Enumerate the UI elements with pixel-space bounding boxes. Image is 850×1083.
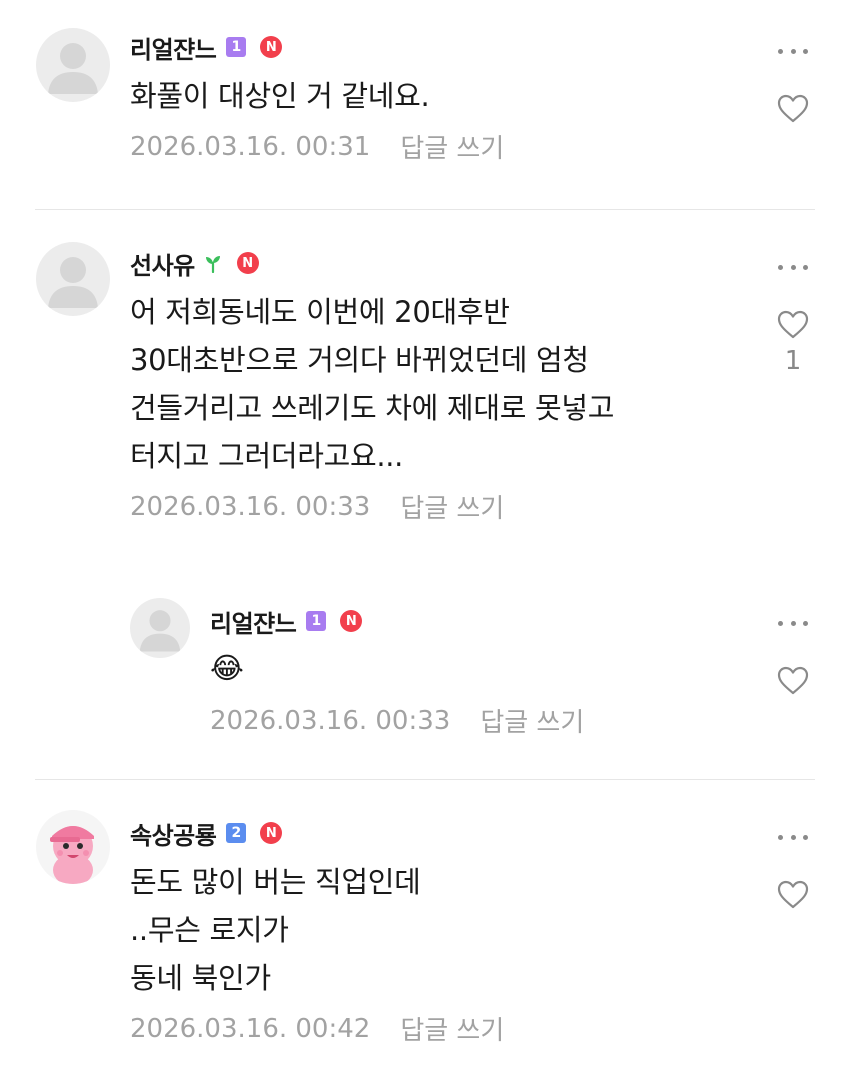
reply-button[interactable]: 답글 쓰기: [400, 128, 504, 165]
more-options-icon[interactable]: [778, 46, 808, 56]
heart-icon[interactable]: [776, 664, 810, 698]
comment-text: 돈도 많이 버는 직업인데 ..무슨 로지가 동네 북인가: [130, 865, 421, 995]
more-options-icon[interactable]: [778, 832, 808, 842]
comment-item: 속상공룡 2 N 돈도 많이 버는 직업인데 ..무슨 로지가 동네 북인가 2…: [0, 780, 850, 1083]
comment-date: 2026.03.16. 00:31: [130, 131, 371, 162]
avatar[interactable]: [36, 242, 110, 316]
pink-dinosaur-avatar[interactable]: [36, 810, 110, 884]
reply-button[interactable]: 답글 쓰기: [400, 1010, 504, 1047]
comment-date: 2026.03.16. 00:42: [130, 1013, 371, 1044]
new-badge: N: [340, 610, 363, 632]
heart-icon[interactable]: [776, 878, 810, 912]
nickname[interactable]: 리얼쟌느: [130, 30, 217, 65]
avatar[interactable]: [36, 28, 110, 102]
sprout-icon: [203, 253, 223, 273]
comment-item: 리얼쟌느 1 N 화풀이 대상인 거 같네요. 2026.03.16. 00:3…: [0, 0, 850, 210]
level-badge: 1: [306, 611, 327, 631]
heart-icon[interactable]: [776, 308, 810, 342]
reply-button[interactable]: 답글 쓰기: [480, 702, 584, 739]
nickname[interactable]: 선사유: [130, 246, 195, 281]
more-options-icon[interactable]: [778, 262, 808, 272]
nickname[interactable]: 속상공룡: [130, 816, 217, 851]
comment-text: 화풀이 대상인 거 같네요.: [130, 79, 430, 113]
heart-icon[interactable]: [776, 92, 810, 126]
comment-date: 2026.03.16. 00:33: [130, 491, 371, 522]
nickname[interactable]: 리얼쟌느: [210, 604, 297, 639]
new-badge: N: [236, 252, 259, 274]
level-badge: 1: [226, 37, 247, 57]
comment-date: 2026.03.16. 00:33: [210, 705, 451, 736]
comment-item: 선사유 N 어 저희동네도 이번에 20대후반 30대초반으로 거의다 바뀌었던…: [0, 210, 850, 550]
reply-button[interactable]: 답글 쓰기: [400, 488, 504, 525]
new-badge: N: [260, 822, 283, 844]
comment-text: 😂: [210, 651, 244, 685]
reply-comment-item: 리얼쟌느 1 N 😂 2026.03.16. 00:33 답글 쓰기: [0, 570, 850, 780]
avatar[interactable]: [130, 598, 190, 658]
new-badge: N: [260, 36, 283, 58]
like-count: 1: [784, 346, 802, 376]
comment-text: 어 저희동네도 이번에 20대후반 30대초반으로 거의다 바뀌었던데 엄청 건…: [130, 295, 615, 473]
level-badge: 2: [226, 823, 247, 843]
more-options-icon[interactable]: [778, 618, 808, 628]
